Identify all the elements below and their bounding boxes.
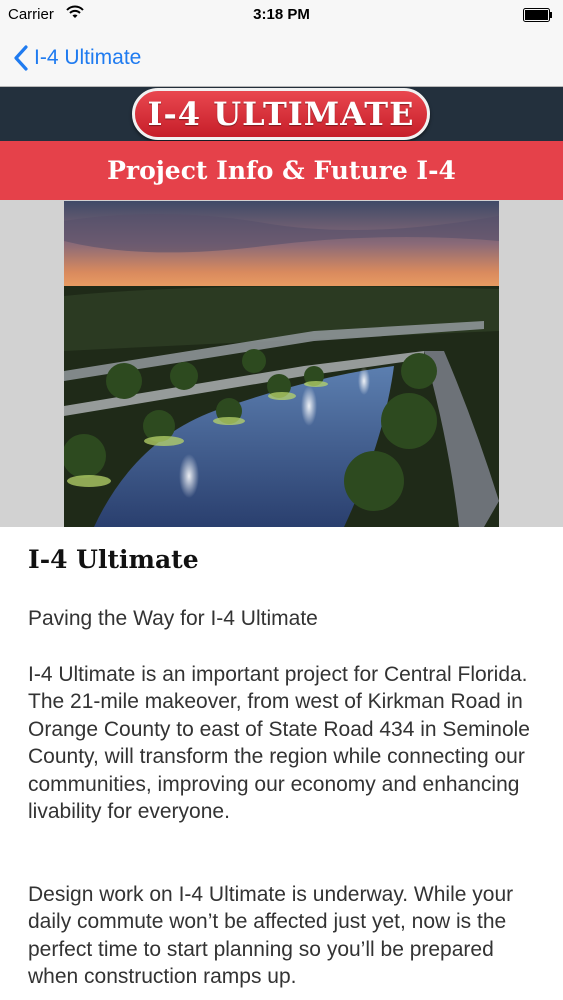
- navigation-bar: I-4 Ultimate: [0, 30, 563, 87]
- section-title: Project Info & Future I-4: [107, 156, 456, 185]
- article-paragraph: I-4 Ultimate is an important project for…: [28, 663, 530, 824]
- battery-icon: [523, 8, 553, 22]
- section-title-band: Project Info & Future I-4: [0, 141, 563, 200]
- article-paragraph: Design work on I-4 Ultimate is underway.…: [28, 883, 514, 989]
- status-bar: Carrier 3:18 PM: [0, 0, 563, 30]
- hero-image: [64, 201, 499, 527]
- article-content: I-4 Ultimate Paving the Way for I-4 Ulti…: [28, 545, 538, 988]
- chevron-left-icon: [14, 45, 28, 71]
- article-title: I-4 Ultimate: [28, 545, 199, 574]
- back-button-label: I-4 Ultimate: [34, 46, 142, 69]
- status-time: 3:18 PM: [253, 6, 310, 23]
- article-subtitle: Paving the Way for I-4 Ultimate: [28, 607, 318, 630]
- i4-ultimate-logo: I-4 ULTIMATE: [132, 88, 430, 140]
- logo-text: I-4 ULTIMATE: [147, 95, 415, 133]
- back-button[interactable]: I-4 Ultimate: [14, 40, 141, 76]
